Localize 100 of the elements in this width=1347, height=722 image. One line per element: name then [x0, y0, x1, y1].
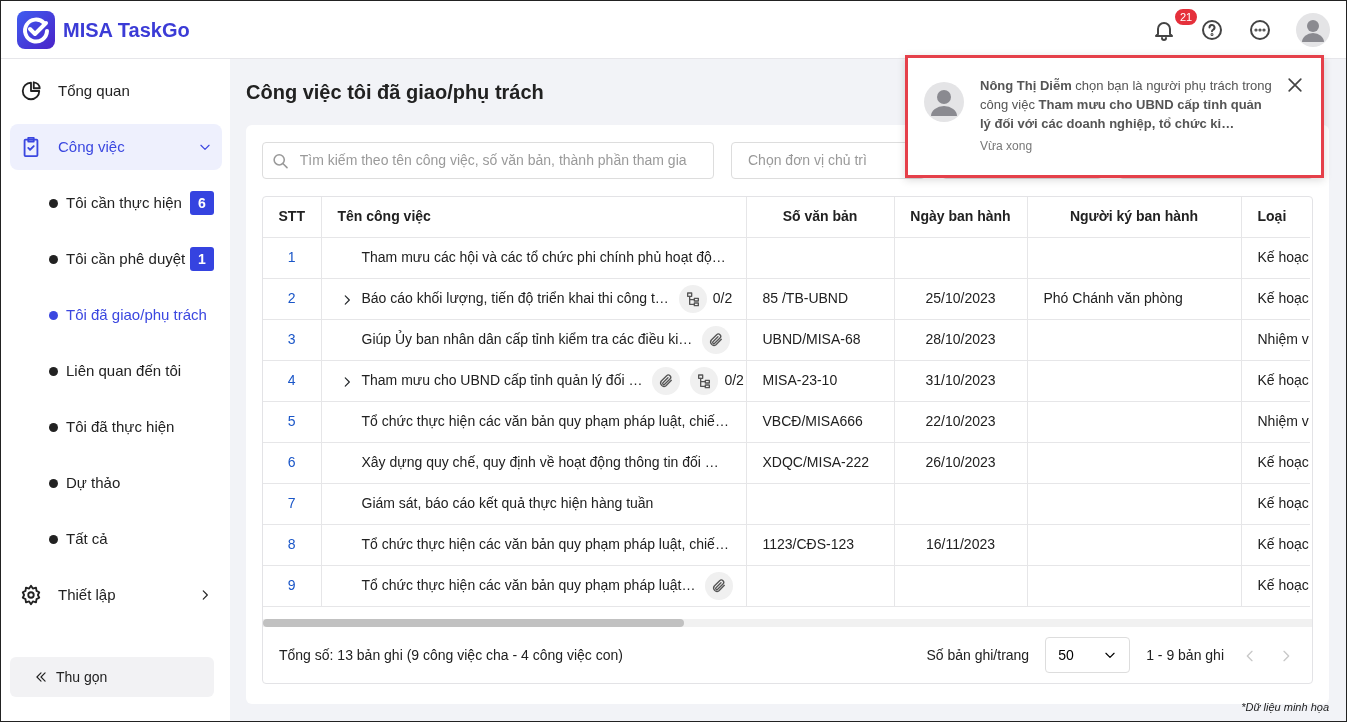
- table-cell: VBCĐ/MISA666: [762, 413, 863, 429]
- table-cell: MISA-23-10: [762, 372, 838, 388]
- table-cell: 28/10/2023: [925, 331, 996, 347]
- bullet-icon: [49, 534, 58, 544]
- paperclip-icon: [711, 577, 728, 594]
- sidebar-subitem[interactable]: Dự thảo: [1, 455, 230, 511]
- sidebar-subitem[interactable]: Tôi đã thực hiện: [1, 399, 230, 455]
- row-number: 4: [287, 372, 296, 388]
- table-cell: Kế hoạc: [1257, 536, 1309, 552]
- sidebar-subitem[interactable]: Liên quan đến tôi: [1, 343, 230, 399]
- column-header: Người ký ban hành: [1027, 197, 1241, 237]
- bullet-icon: [49, 198, 58, 208]
- table-cell: 26/10/2023: [925, 454, 996, 470]
- table-cell: 22/10/2023: [925, 413, 996, 429]
- column-header: STT: [263, 197, 321, 237]
- user-avatar[interactable]: [1296, 12, 1330, 47]
- table-cell: 25/10/2023: [925, 290, 996, 306]
- page-size-label: Số bản ghi/trang: [926, 645, 1030, 665]
- total-records-text: Tổng số: 13 bản ghi (9 công việc cha - 4 công việc con): [279, 645, 623, 665]
- table-cell: 1123/CĐS-123: [762, 536, 855, 552]
- table-cell: XDQC/MISA-222: [762, 454, 870, 470]
- sidebar-subitem[interactable]: Tôi đã giao/phụ trách: [1, 287, 230, 343]
- attachment-button[interactable]: [702, 325, 731, 354]
- logo-icon: [17, 10, 55, 49]
- paperclip-icon: [708, 331, 725, 348]
- task-title[interactable]: Giám sát, báo cáo kết quả thực hiện hàng tuần: [361, 493, 654, 514]
- table-cell: Kế hoạc: [1257, 495, 1309, 511]
- bullet-icon: [49, 478, 58, 488]
- gear-icon: [20, 584, 42, 606]
- count-badge: 6: [190, 191, 214, 215]
- column-header: Loại: [1241, 197, 1310, 237]
- row-number: 2: [287, 290, 296, 306]
- table-cell: Kế hoạc: [1257, 454, 1309, 470]
- table-cell: UBND/MISA-68: [762, 331, 861, 347]
- sidebar-item[interactable]: Thiết lập: [10, 572, 222, 618]
- table-cell: Kế hoạc: [1257, 290, 1309, 306]
- subtask-tree-icon: [696, 372, 713, 389]
- notification-time: Vừa xong: [980, 138, 1034, 155]
- table-cell: Kế hoạc: [1257, 249, 1309, 265]
- bullet-icon: [49, 422, 58, 432]
- task-title[interactable]: Tổ chức thực hiện các văn bản quy phạm pháp luật, chiế…: [361, 534, 729, 555]
- paperclip-icon: [658, 372, 675, 389]
- footnote: *Dữ liệu minh họa: [1241, 699, 1329, 715]
- row-number: 3: [287, 331, 296, 347]
- user-avatar: [924, 82, 964, 122]
- column-header: Tên công việc: [321, 197, 746, 237]
- task-title[interactable]: Xây dựng quy chế, quy định về hoạt động thông tin đối …: [361, 452, 719, 473]
- attachment-button[interactable]: [652, 366, 681, 395]
- task-title[interactable]: Tham mưu cho UBND cấp tỉnh quản lý đối …: [361, 370, 643, 391]
- subtask-count: 0/2: [724, 371, 744, 390]
- page-size-select[interactable]: 50: [1045, 637, 1131, 673]
- app-name: MISA TaskGo: [63, 17, 190, 43]
- column-header: Ngày ban hành: [894, 197, 1027, 237]
- sidebar-subitem[interactable]: Tôi cần thực hiện 6: [1, 175, 230, 231]
- bullet-icon: [49, 310, 58, 320]
- task-title[interactable]: Tổ chức thực hiện các văn bản quy phạm pháp luật, chiế…: [361, 411, 729, 432]
- help-icon: [1200, 17, 1224, 42]
- sidebar-subitem[interactable]: Tôi cần phê duyệt 1: [1, 231, 230, 287]
- task-title[interactable]: Tổ chức thực hiện các văn bản quy phạm pháp luật…: [361, 575, 696, 596]
- subtask-button[interactable]: [690, 366, 719, 395]
- double-chevron-left-icon: [34, 670, 48, 684]
- table-cell: 16/11/2023: [926, 536, 995, 552]
- notification-badge: 21: [1173, 6, 1200, 27]
- collapse-button[interactable]: Thu gọn: [10, 657, 214, 697]
- table-cell: Phó Chánh văn phòng: [1043, 290, 1183, 306]
- table-cell: Nhiệm v: [1257, 413, 1309, 429]
- bullet-icon: [49, 366, 58, 376]
- row-number: 6: [287, 454, 296, 470]
- search-field[interactable]: Tìm kiếm theo tên công việc, số văn bản, thành phần tham gia: [262, 142, 714, 179]
- row-number: 5: [287, 413, 296, 429]
- record-range: 1 - 9 bản ghi: [1146, 645, 1224, 665]
- table-cell: Kế hoạc: [1257, 577, 1309, 593]
- row-number: 7: [287, 495, 296, 511]
- sidebar-item[interactable]: Công việc: [10, 124, 222, 170]
- notification-message: Nông Thị Diễm chọn bạn là người phụ trách trong công việc Tham mưu cho UBND cấp tỉnh quản lý đối với các doanh nghiệp, tổ chức ki…: [980, 77, 1273, 133]
- task-title[interactable]: Tham mưu các hội và các tổ chức phi chính phủ hoạt độ…: [361, 247, 726, 268]
- row-number: 1: [287, 249, 296, 265]
- subtask-button[interactable]: [678, 284, 707, 313]
- row-number: 9: [287, 577, 296, 593]
- sidebar-item[interactable]: Tổng quan: [10, 68, 222, 114]
- table-cell: 31/10/2023: [925, 372, 996, 388]
- table-cell: 85 /TB-UBND: [762, 290, 849, 306]
- horizontal-scrollbar[interactable]: [263, 619, 1312, 627]
- sidebar-subitem[interactable]: Tất cả: [1, 511, 230, 567]
- column-header: Số văn bản: [746, 197, 894, 237]
- page-title: Công việc tôi đã giao/phụ trách: [246, 80, 544, 105]
- attachment-button[interactable]: [705, 571, 734, 600]
- bullet-icon: [49, 254, 58, 264]
- table-cell: Nhiệm v: [1257, 331, 1309, 347]
- help-button[interactable]: [1200, 17, 1224, 42]
- more-button[interactable]: [1248, 17, 1272, 42]
- task-title[interactable]: Báo cáo khối lượng, tiến độ triển khai thi công t…: [361, 288, 669, 309]
- task-title[interactable]: Giúp Ủy ban nhân dân cấp tỉnh kiểm tra các điều ki…: [361, 329, 693, 350]
- subtask-tree-icon: [684, 290, 701, 307]
- subtask-count: 0/2: [712, 289, 733, 308]
- table-cell: Kế hoạc: [1257, 372, 1309, 388]
- count-badge: 1: [190, 247, 214, 271]
- pie-chart-icon: [20, 80, 42, 102]
- more-icon: [1248, 17, 1272, 42]
- row-number: 8: [287, 536, 296, 552]
